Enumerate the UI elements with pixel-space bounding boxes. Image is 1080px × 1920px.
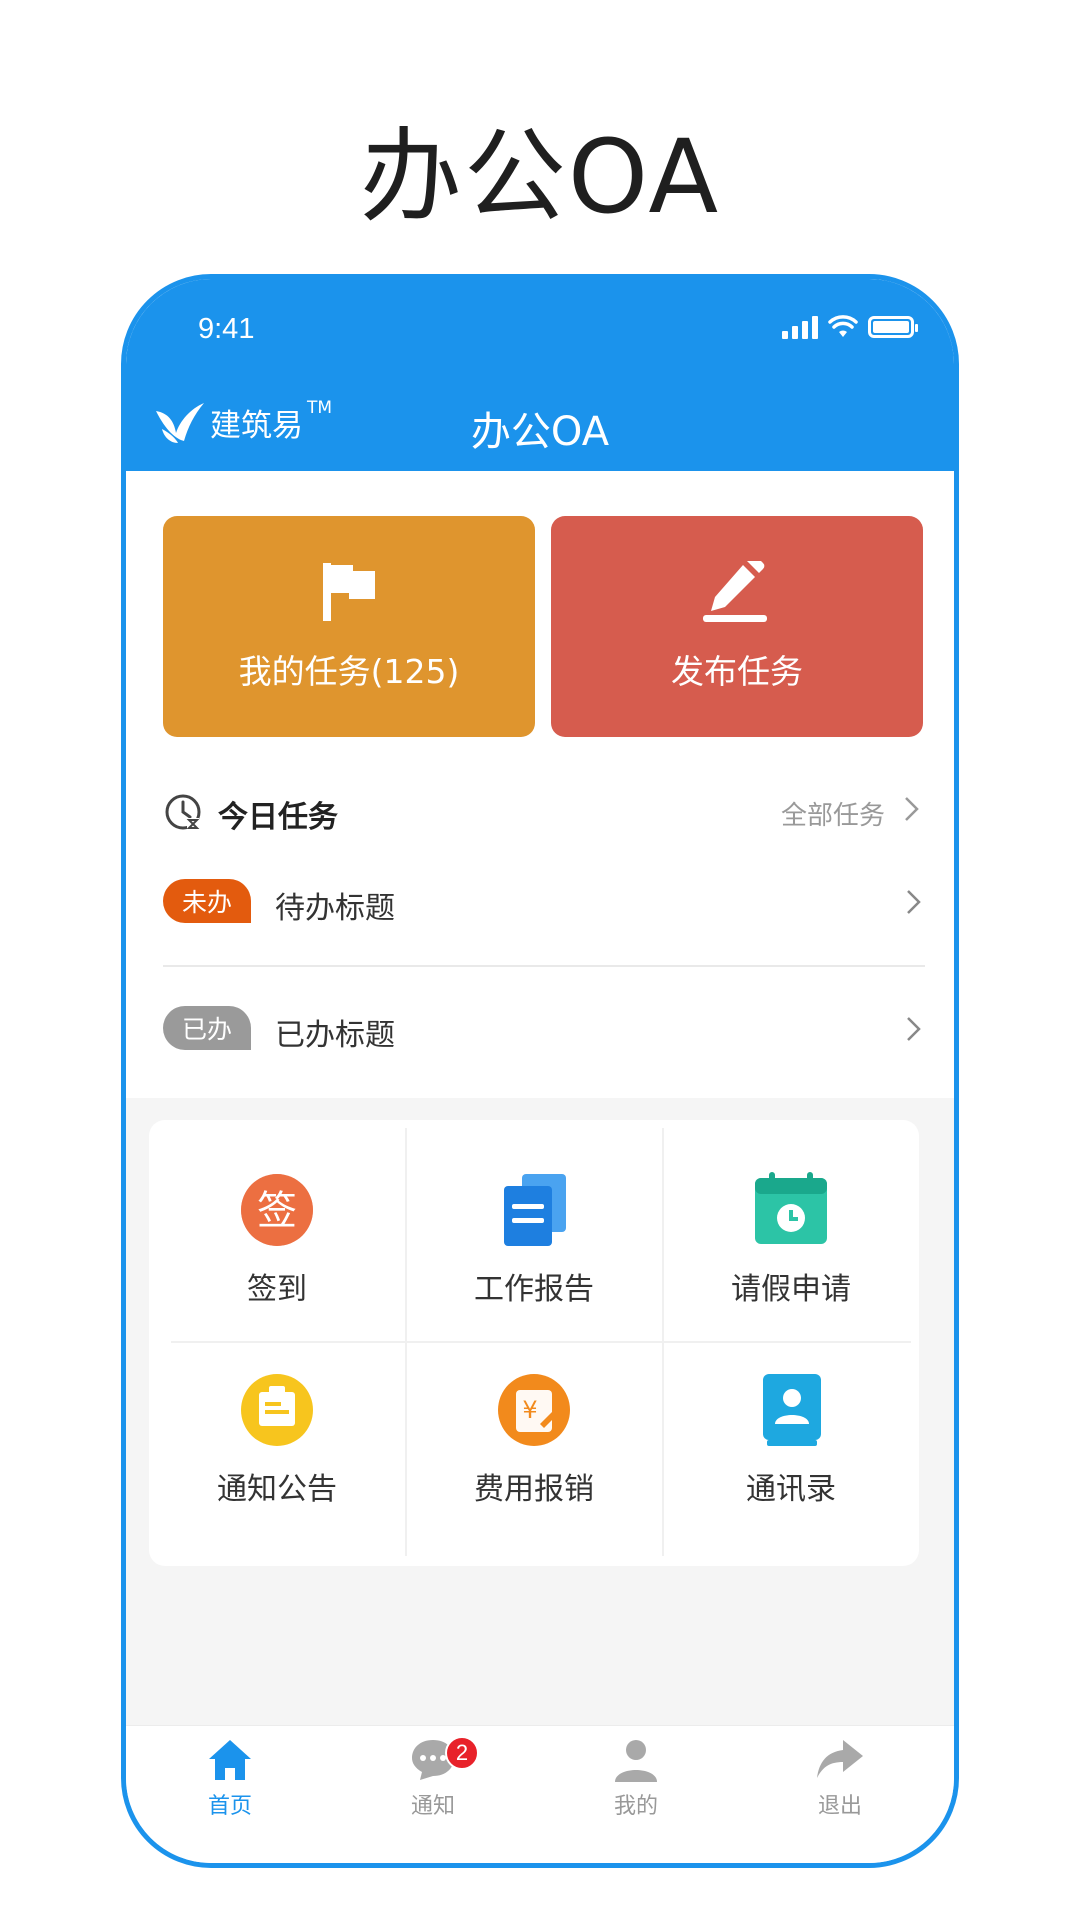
calendar-leave-icon xyxy=(755,1172,827,1244)
grid-item-announcement[interactable]: 通知公告 xyxy=(149,1342,405,1542)
all-tasks-link[interactable]: 全部任务 xyxy=(781,795,885,832)
phone-frame: 9:41 建筑易 TM 办公OA 我的任务(125) 发布任务 今日任务 全部任… xyxy=(121,274,959,1868)
grid-label: 工作报告 xyxy=(474,1272,594,1307)
pencil-icon xyxy=(703,560,767,622)
grid-label: 签到 xyxy=(247,1272,307,1307)
status-icons xyxy=(782,315,918,339)
tab-profile[interactable]: 我的 xyxy=(576,1738,696,1820)
status-badge-done: 已办 xyxy=(163,1006,251,1050)
chevron-right-icon xyxy=(907,1017,921,1041)
grid-item-expense[interactable]: ¥ 费用报销 xyxy=(406,1342,662,1542)
wifi-icon xyxy=(828,315,858,337)
task-title: 待办标题 xyxy=(275,891,395,926)
today-tasks-title: 今日任务 xyxy=(218,800,338,835)
grid-item-work-report[interactable]: 工作报告 xyxy=(406,1120,662,1320)
grid-label: 请假申请 xyxy=(731,1272,851,1307)
tab-label: 退出 xyxy=(817,1794,862,1819)
expense-icon: ¥ xyxy=(498,1374,570,1446)
signal-icon xyxy=(782,315,818,339)
sign-in-icon: 签 xyxy=(241,1174,313,1246)
tab-label: 首页 xyxy=(207,1794,252,1819)
flag-icon xyxy=(323,562,375,621)
my-tasks-label: 我的任务(125) xyxy=(238,651,460,691)
tab-home[interactable]: 首页 xyxy=(170,1738,290,1820)
status-badge-todo: 未办 xyxy=(163,879,251,923)
task-row-done[interactable]: 已办 已办标题 xyxy=(163,1002,925,1058)
grid-label: 费用报销 xyxy=(474,1472,594,1507)
announcement-icon xyxy=(241,1374,313,1446)
chevron-right-icon xyxy=(907,890,921,914)
clock-icon xyxy=(165,794,201,830)
grid-label: 通讯录 xyxy=(746,1472,836,1507)
status-time: 9:41 xyxy=(198,313,255,345)
user-icon xyxy=(615,1740,657,1782)
svg-text:¥: ¥ xyxy=(522,1396,537,1424)
grid-item-contacts[interactable]: 通讯录 xyxy=(663,1342,919,1542)
publish-task-button[interactable]: 发布任务 xyxy=(551,516,923,737)
today-tasks-header: 今日任务 全部任务 xyxy=(163,792,925,835)
divider xyxy=(163,965,925,967)
app-header: 9:41 建筑易 TM 办公OA xyxy=(126,279,954,471)
grid-item-leave-request[interactable]: 请假申请 xyxy=(663,1120,919,1320)
my-tasks-button[interactable]: 我的任务(125) xyxy=(163,516,535,737)
notification-count-badge: 2 xyxy=(445,1736,479,1770)
contacts-icon xyxy=(763,1374,821,1446)
svg-text:签: 签 xyxy=(257,1188,297,1234)
tab-label: 我的 xyxy=(613,1794,658,1819)
header-title: 办公OA xyxy=(470,409,610,455)
tab-logout[interactable]: 退出 xyxy=(780,1738,900,1820)
function-grid: 签 签到 工作报告 请假申请 通知公告 ¥ 费用报销 通讯录 xyxy=(149,1120,919,1566)
task-title: 已办标题 xyxy=(275,1018,395,1053)
exit-icon xyxy=(817,1740,863,1778)
tab-bar: 首页 2 通知 我的 退出 xyxy=(126,1725,954,1863)
task-row-todo[interactable]: 未办 待办标题 xyxy=(163,875,925,931)
tab-notifications[interactable]: 2 通知 xyxy=(373,1736,493,1820)
report-icon xyxy=(504,1174,566,1246)
tab-label: 通知 xyxy=(410,1794,455,1819)
battery-icon xyxy=(868,316,918,338)
chevron-right-icon[interactable] xyxy=(903,794,921,824)
publish-task-label: 发布任务 xyxy=(671,651,803,691)
page-title: 办公OA xyxy=(359,118,721,237)
home-icon xyxy=(209,1740,251,1780)
grid-label: 通知公告 xyxy=(217,1472,337,1507)
grid-item-sign-in[interactable]: 签 签到 xyxy=(149,1120,405,1320)
